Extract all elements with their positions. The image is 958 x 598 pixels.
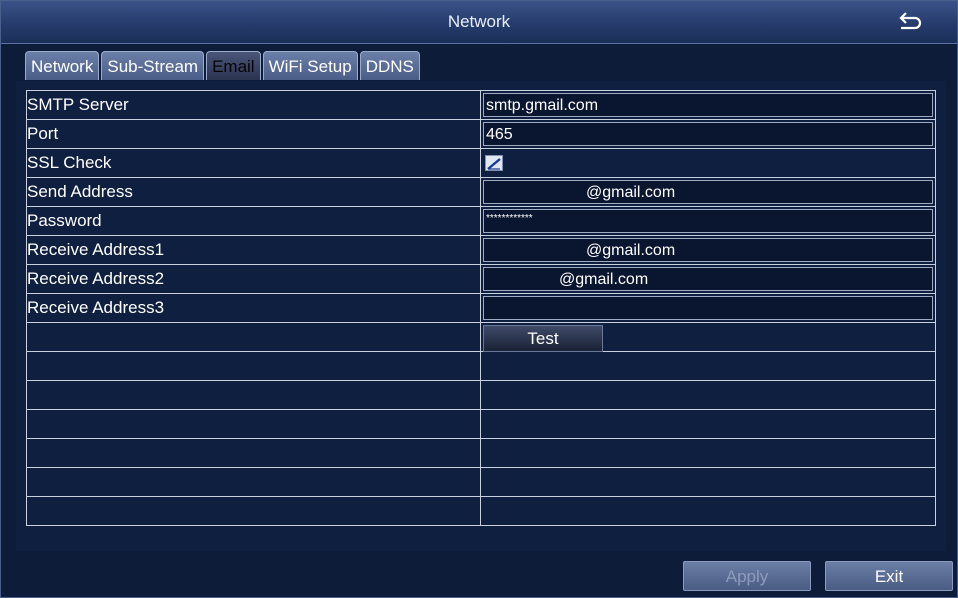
receive-address1-label: Receive Address1: [26, 235, 481, 265]
ssl-check-checkbox[interactable]: [485, 155, 503, 171]
empty-cell: [26, 409, 481, 439]
empty-cell: [26, 496, 481, 526]
empty-cell: [26, 351, 481, 381]
port-input[interactable]: 465: [483, 122, 933, 146]
table-row: Send Address @gmail.com: [26, 177, 936, 207]
ssl-check-label: SSL Check: [26, 148, 481, 178]
back-arrow-icon[interactable]: [897, 11, 923, 33]
table-row: Port 465: [26, 119, 936, 149]
table-row: [26, 409, 936, 439]
receive-address3-input[interactable]: [483, 296, 933, 320]
table-row: SMTP Server smtp.gmail.com: [26, 90, 936, 120]
empty-cell: [26, 380, 481, 410]
checkmark-icon: [487, 158, 501, 170]
apply-button[interactable]: Apply: [683, 561, 811, 591]
table-row: SSL Check: [26, 148, 936, 178]
test-button[interactable]: Test: [483, 325, 603, 352]
empty-cell: [480, 380, 936, 410]
send-address-label: Send Address: [26, 177, 481, 207]
table-row: Password ************: [26, 206, 936, 236]
table-row: [26, 496, 936, 526]
tab-email-label: Email: [212, 57, 255, 76]
empty-cell: [480, 467, 936, 497]
empty-cell: [480, 351, 936, 381]
smtp-server-label: SMTP Server: [26, 90, 481, 120]
port-label: Port: [26, 119, 481, 149]
tab-email[interactable]: Email: [206, 51, 261, 80]
smtp-server-input[interactable]: smtp.gmail.com: [483, 93, 933, 117]
receive-address2-label: Receive Address2: [26, 264, 481, 294]
tab-bar: Network Sub-Stream Email WiFi Setup DDNS: [25, 51, 420, 81]
receive-address1-input[interactable]: @gmail.com: [483, 238, 933, 262]
window-title: Network: [447, 12, 511, 31]
table-row: Receive Address3: [26, 293, 936, 323]
table-row: Test: [26, 322, 936, 352]
tab-ddns[interactable]: DDNS: [359, 51, 420, 80]
title-bar: Network: [1, 1, 957, 44]
password-label: Password: [26, 206, 481, 236]
table-row: [26, 467, 936, 497]
table-row: [26, 438, 936, 468]
send-address-input[interactable]: @gmail.com: [483, 180, 933, 204]
empty-cell: [480, 438, 936, 468]
empty-cell: [480, 496, 936, 526]
table-row: Receive Address2 @gmail.com: [26, 264, 936, 294]
email-settings-panel: SMTP Server smtp.gmail.com Port 465 SSL …: [16, 81, 946, 551]
tab-sub-stream[interactable]: Sub-Stream: [101, 51, 205, 80]
receive-address2-input[interactable]: @gmail.com: [483, 267, 933, 291]
empty-cell: [26, 322, 481, 352]
email-settings-table: SMTP Server smtp.gmail.com Port 465 SSL …: [26, 90, 936, 526]
password-input[interactable]: ************: [483, 209, 933, 233]
empty-cell: [26, 467, 481, 497]
tab-wifi-setup[interactable]: WiFi Setup: [262, 51, 358, 80]
table-row: [26, 380, 936, 410]
empty-cell: [26, 438, 481, 468]
tab-network[interactable]: Network: [25, 51, 100, 80]
receive-address3-label: Receive Address3: [26, 293, 481, 323]
exit-button[interactable]: Exit: [825, 561, 953, 591]
network-settings-window: Network Network Sub-Stream Email WiFi Se…: [0, 0, 958, 598]
empty-cell: [480, 409, 936, 439]
table-row: [26, 351, 936, 381]
table-row: Receive Address1 @gmail.com: [26, 235, 936, 265]
